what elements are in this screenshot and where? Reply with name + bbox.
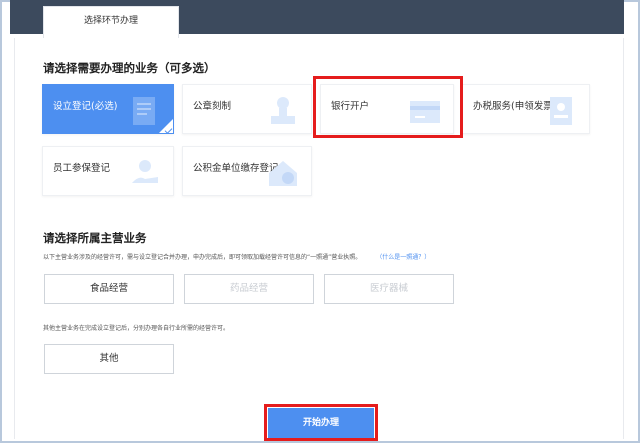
other-business-note: 其他主营业务在完成设立登记后，分别办理各自行业所需的经营许可。 (43, 325, 230, 332)
document-icon (133, 97, 155, 125)
option-drug-business[interactable]: 药品经营 (184, 274, 314, 304)
card-bank-account[interactable]: 银行开户 (320, 84, 454, 134)
tab-select-stage[interactable]: 选择环节办理 (43, 6, 179, 38)
card-label: 公章刻制 (193, 101, 232, 112)
start-button[interactable]: 开始办理 (268, 408, 374, 438)
user-hand-icon (132, 160, 158, 183)
stamp-icon (271, 97, 295, 124)
option-other[interactable]: 其他 (44, 344, 174, 374)
card-seal-engraving[interactable]: 公章刻制 (182, 84, 312, 134)
card-establish-registration[interactable]: 设立登记(必选) (42, 84, 174, 134)
section-title-business: 请选择需要办理的业务（可多选） (43, 61, 216, 75)
license-note-text: 以下主营业务涉及的经营许可，需与设立登记合并办理，申办完成后，即可领取加载经营许… (43, 254, 362, 261)
license-note: 以下主营业务涉及的经营许可，需与设立登记合并办理，申办完成后，即可领取加载经营许… (43, 252, 430, 261)
card-label: 银行开户 (331, 101, 370, 112)
bank-card-icon (410, 101, 440, 123)
house-fund-icon (269, 161, 297, 186)
card-label: 员工参保登记 (53, 163, 111, 174)
card-label: 设立登记(必选) (53, 101, 118, 112)
card-housing-fund[interactable]: 公积金单位缴存登记 (182, 146, 312, 196)
option-medical-device[interactable]: 医疗器械 (324, 274, 454, 304)
tax-invoice-icon (550, 97, 572, 125)
card-employee-insurance[interactable]: 员工参保登记 (42, 146, 174, 196)
option-food-business[interactable]: 食品经营 (44, 274, 174, 304)
section-title-main-business: 请选择所属主营业务 (43, 231, 147, 245)
card-tax-service[interactable]: 办税服务(申领发票) (462, 84, 590, 134)
what-is-one-license-link[interactable]: （什么是一照通？） (379, 254, 430, 261)
